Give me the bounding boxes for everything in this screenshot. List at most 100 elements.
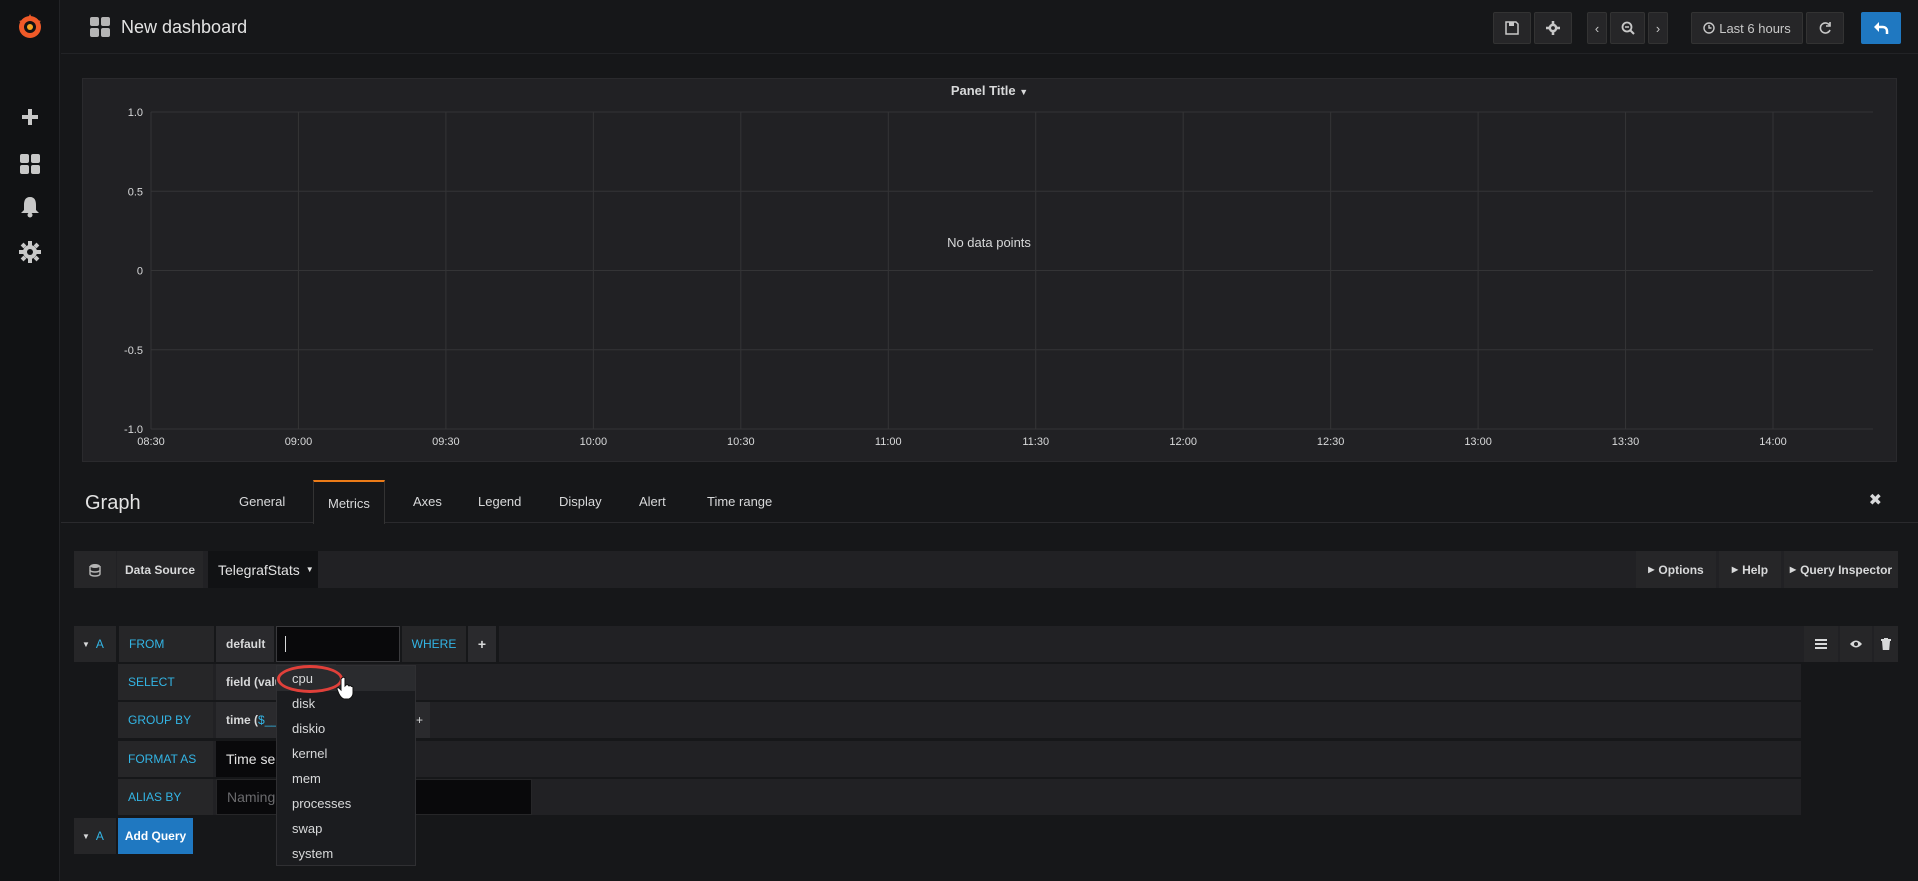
measurement-option-kernel[interactable]: kernel xyxy=(277,741,415,766)
tab-general[interactable]: General xyxy=(225,480,299,523)
x-tick-label: 08:30 xyxy=(137,436,165,448)
chevron-right-icon: › xyxy=(1655,20,1661,36)
no-data-message: No data points xyxy=(947,235,1031,250)
from-row-filler xyxy=(499,626,1876,662)
alias-by-label-text: ALIAS BY xyxy=(128,790,182,804)
top-navbar: New dashboard ‹ › Last 6 hours xyxy=(61,0,1918,54)
x-tick-label: 09:00 xyxy=(285,436,313,448)
tab-alert[interactable]: Alert xyxy=(625,480,680,523)
measurement-option-diskio[interactable]: diskio xyxy=(277,716,415,741)
query-from-row: ▼ A FROM default WHERE + xyxy=(74,626,1898,662)
time-range-text: Last 6 hours xyxy=(1719,20,1791,36)
time-picker-button[interactable]: Last 6 hours xyxy=(1691,12,1803,44)
query-inspector-button[interactable]: ▶ Query Inspector xyxy=(1784,551,1898,588)
caret-right-icon: ▶ xyxy=(1648,565,1655,574)
measurement-option-swap[interactable]: swap xyxy=(277,816,415,841)
toggle-visibility-button[interactable] xyxy=(1840,626,1872,662)
create-plus-icon[interactable] xyxy=(0,97,60,137)
tab-axes[interactable]: Axes xyxy=(399,480,456,523)
undo-arrow-icon xyxy=(1874,22,1889,34)
plus-icon: + xyxy=(416,713,424,727)
add-where-button[interactable]: + xyxy=(468,626,496,662)
where-label: WHERE xyxy=(402,626,466,662)
options-button[interactable]: ▶ Options xyxy=(1636,551,1716,588)
tab-legend[interactable]: Legend xyxy=(464,480,535,523)
configuration-gear-icon[interactable] xyxy=(0,232,60,272)
alerting-bell-icon[interactable] xyxy=(0,187,60,227)
caret-down-icon: ▼ xyxy=(82,831,90,841)
measurement-input[interactable] xyxy=(276,626,400,662)
time-forward-button[interactable]: › xyxy=(1648,12,1668,44)
close-editor-icon[interactable]: ✖ xyxy=(1869,490,1882,510)
x-tick-label: 13:00 xyxy=(1464,436,1492,448)
chevron-left-icon: ‹ xyxy=(1594,20,1600,36)
x-tick-label: 10:30 xyxy=(727,436,755,448)
help-label: Help xyxy=(1742,562,1769,577)
trash-icon xyxy=(1881,638,1891,650)
query-collapse-toggle[interactable]: ▼ A xyxy=(74,626,116,662)
dashboard-title[interactable]: New dashboard xyxy=(89,0,247,54)
format-as-label: FORMAT AS xyxy=(118,741,213,777)
datasource-label: Data Source xyxy=(117,551,203,588)
query-inspector-label: Query Inspector xyxy=(1800,562,1893,577)
y-tick-label: 1.0 xyxy=(128,107,143,119)
query-menu-button[interactable] xyxy=(1804,626,1838,662)
help-button[interactable]: ▶ Help xyxy=(1719,551,1781,588)
caret-right-icon: ▶ xyxy=(1731,565,1739,574)
highlight-circle xyxy=(277,665,343,693)
save-dashboard-button[interactable] xyxy=(1493,12,1531,44)
from-label-text: FROM xyxy=(129,637,165,651)
x-tick-label: 13:30 xyxy=(1612,436,1640,448)
x-tick-label: 14:00 xyxy=(1759,436,1787,448)
options-label: Options xyxy=(1658,562,1704,577)
format-as-label-text: FORMAT AS xyxy=(128,752,197,766)
panel-editor-header: Graph General Metrics Axes Legend Display Ale… xyxy=(61,480,1918,524)
datasource-row: Data Source TelegrafStats ▼ ▶ Options ▶ He… xyxy=(74,551,1898,588)
hand-pointer-icon xyxy=(336,676,354,700)
x-tick-label: 12:30 xyxy=(1317,436,1345,448)
y-tick-label: -0.5 xyxy=(124,345,143,357)
graph-plot: 1.0 0.5 0 -0.5 -1.008:30 09:00 09:30 10:00 10:30… xyxy=(124,107,1873,448)
text-cursor xyxy=(285,636,286,652)
alias-by-placeholder: Naming xyxy=(227,789,276,805)
add-query-ref-label: A xyxy=(95,829,104,843)
measurement-option-mem[interactable]: mem xyxy=(277,766,415,791)
editor-panel-type: Graph xyxy=(85,492,141,514)
time-back-button[interactable]: ‹ xyxy=(1587,12,1607,44)
hamburger-menu-icon xyxy=(1815,639,1827,649)
alias-by-label: ALIAS BY xyxy=(118,779,213,815)
tab-display[interactable]: Display xyxy=(545,480,616,523)
tab-time-range[interactable]: Time range xyxy=(693,480,786,523)
datasource-value: TelegrafStats xyxy=(218,561,300,578)
delete-query-button[interactable] xyxy=(1874,626,1898,662)
refresh-button[interactable] xyxy=(1806,12,1844,44)
format-as-value: Time se xyxy=(226,751,276,767)
zoom-out-icon xyxy=(1621,21,1635,35)
tab-metrics[interactable]: Metrics xyxy=(313,480,385,524)
datasource-picker[interactable]: TelegrafStats ▼ xyxy=(208,551,318,588)
retention-policy-segment[interactable]: default xyxy=(216,626,274,662)
dashboards-grid-icon[interactable] xyxy=(0,144,60,184)
back-to-dashboard-button[interactable] xyxy=(1861,12,1901,44)
from-label: FROM xyxy=(119,626,214,662)
measurement-option-system[interactable]: system xyxy=(277,841,415,866)
grafana-logo-icon[interactable] xyxy=(0,7,60,47)
groupby-label-text: GROUP BY xyxy=(128,713,192,727)
measurement-option-processes[interactable]: processes xyxy=(277,791,415,816)
eye-icon xyxy=(1850,640,1862,648)
add-query-ref: ▼ A xyxy=(74,818,116,854)
sidebar xyxy=(0,0,60,881)
x-tick-label: 11:30 xyxy=(1022,436,1049,448)
dashboard-settings-button[interactable] xyxy=(1534,12,1572,44)
dashboard-grid-icon xyxy=(90,17,110,37)
gear-icon xyxy=(1546,21,1560,35)
retention-policy-text: default xyxy=(226,637,266,651)
add-query-button[interactable]: Add Query xyxy=(118,818,193,854)
where-label-text: WHERE xyxy=(411,637,457,651)
caret-down-icon: ▼ xyxy=(82,639,90,649)
y-tick-label: 0 xyxy=(137,266,143,278)
x-tick-label: 11:00 xyxy=(875,436,902,448)
y-tick-label: 0.5 xyxy=(128,186,143,198)
zoom-out-button[interactable] xyxy=(1610,12,1645,44)
select-label: SELECT xyxy=(118,664,213,700)
